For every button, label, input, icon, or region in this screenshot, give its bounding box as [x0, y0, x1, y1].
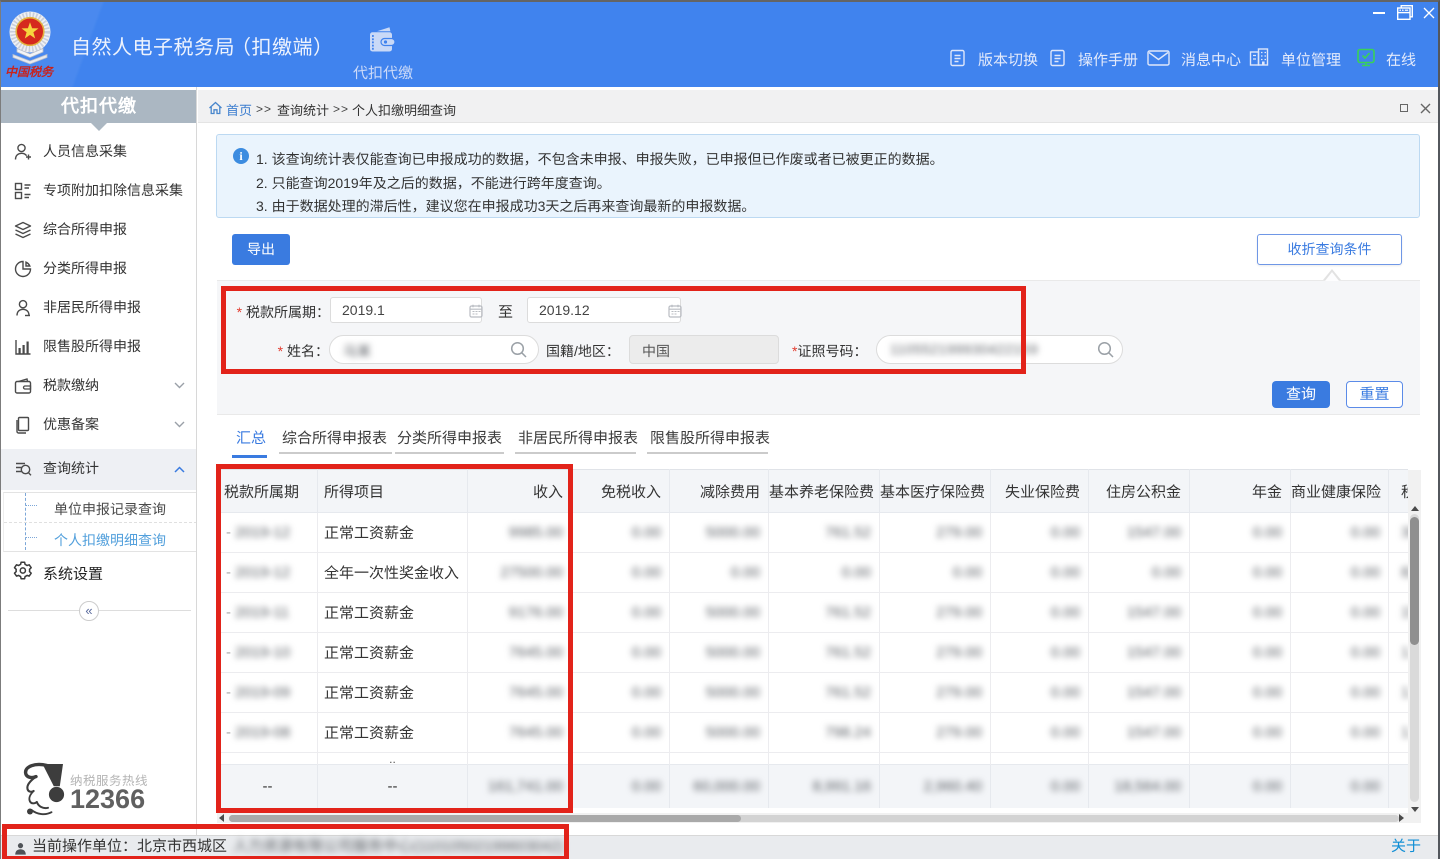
svg-text:中国税务: 中国税务 [5, 63, 55, 78]
